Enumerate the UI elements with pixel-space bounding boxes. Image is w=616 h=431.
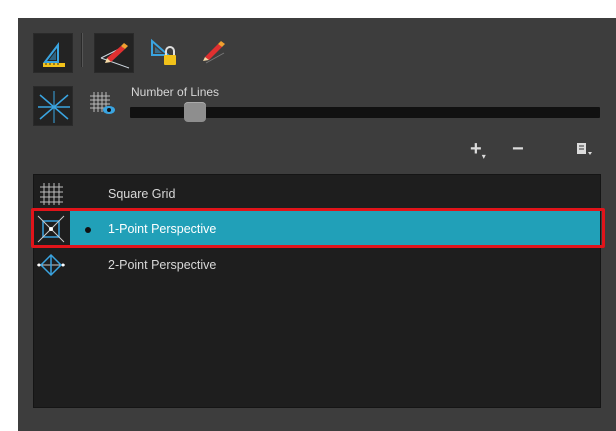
- show-grid-button[interactable]: [86, 86, 126, 126]
- perspective-pencil-button[interactable]: [94, 33, 134, 73]
- square-grid-icon: [40, 183, 63, 205]
- number-of-lines-slider-thumb[interactable]: [183, 102, 206, 122]
- guides-menu-button[interactable]: [576, 142, 594, 163]
- lock-guide-icon: [151, 38, 176, 65]
- list-item-label: Square Grid: [108, 187, 176, 201]
- chevron-down-icon: ▾: [481, 152, 486, 161]
- remove-guide-button[interactable]: −: [512, 138, 524, 161]
- guide-lines-button[interactable]: [33, 86, 73, 126]
- two-point-perspective-icon: [37, 253, 65, 277]
- toolbar-separator: [81, 33, 83, 67]
- list-item-label: 2-Point Perspective: [108, 258, 217, 272]
- menu-icon: [577, 143, 592, 155]
- align-pencil-icon: [203, 41, 225, 64]
- number-of-lines-label: Number of Lines: [131, 85, 220, 99]
- lock-guide-button[interactable]: [146, 33, 186, 73]
- add-icon: +: [470, 138, 482, 160]
- add-guide-button[interactable]: +▾: [470, 138, 486, 161]
- grid-tool-icon: [42, 42, 65, 67]
- list-item[interactable]: Square Grid: [34, 176, 600, 212]
- grid-visibility-icon: [90, 92, 115, 114]
- perspective-pencil-icon: [100, 43, 130, 69]
- align-pencil-button[interactable]: [196, 33, 236, 73]
- list-item[interactable]: 2-Point Perspective: [34, 247, 600, 283]
- remove-icon: −: [512, 138, 524, 160]
- selection-highlight-callout: [31, 208, 605, 248]
- guide-lines-icon: [38, 91, 70, 123]
- grid-tool-button[interactable]: [33, 33, 73, 73]
